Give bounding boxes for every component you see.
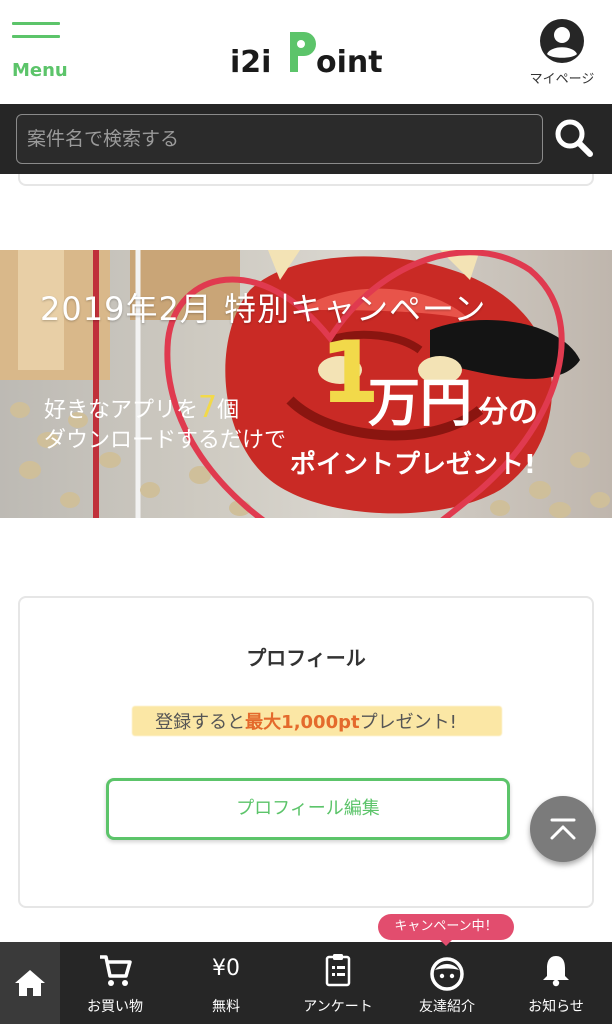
nav-free[interactable]: ¥0 無料 (170, 942, 282, 1024)
banner-line1: 好きなアプリを7個 (44, 390, 239, 425)
svg-text:i2i: i2i (230, 45, 271, 80)
bell-icon (543, 956, 569, 987)
home-icon (15, 970, 45, 996)
nav-survey[interactable]: アンケート (282, 942, 394, 1024)
nav-free-label: 無料 (212, 999, 240, 1015)
user-icon (540, 19, 584, 63)
nav-friend-referral[interactable]: 友達紹介 (394, 942, 500, 1024)
search-input[interactable] (16, 114, 543, 164)
search-icon[interactable] (550, 112, 600, 164)
nav-survey-label: アンケート (303, 999, 373, 1015)
menu-button[interactable]: Menu (12, 22, 68, 84)
banner-big-suffix: 分の (478, 395, 538, 430)
campaign-badge: キャンペーン中！ (378, 914, 514, 946)
scroll-to-top-button[interactable] (530, 796, 596, 862)
nav-friend-referral-label: 友達紹介 (419, 999, 475, 1015)
i2i-point-logo[interactable]: i2i oint (228, 26, 388, 82)
profile-promo: 登録すると最大1,000ptプレゼント! (20, 708, 592, 734)
banner-title: 2019年2月 特別キャンペーン (40, 290, 487, 328)
menu-label: Menu (12, 60, 68, 81)
banner-big-unit: 万円 (368, 374, 473, 434)
app-screen: Menu i2i oint マイページ 案件名で検索する 2019年2月 特別キ… (0, 0, 612, 1024)
promo-emphasis: 最大1,000pt (245, 712, 360, 733)
nav-notifications[interactable]: お知らせ (500, 942, 612, 1024)
banner-line2: ダウンロードするだけで (44, 428, 287, 453)
svg-text:oint: oint (316, 45, 383, 80)
mypage-button[interactable]: マイページ (522, 18, 602, 88)
promo-prefix: 登録すると (155, 712, 246, 733)
banner-line3: ポイントプレゼント! (290, 450, 536, 480)
nav-shopping-label: お買い物 (87, 999, 143, 1015)
nav-free-value: ¥0 (212, 956, 240, 981)
banner-line1-prefix: 好きなアプリを (44, 398, 199, 423)
header: Menu i2i oint マイページ (0, 0, 612, 104)
campaign-banner[interactable]: 2019年2月 特別キャンペーン 好きなアプリを7個 ダウンロードするだけで 1… (0, 250, 612, 518)
clipboard-icon (325, 954, 351, 987)
nav-shopping[interactable]: お買い物 (60, 942, 170, 1024)
card-bottom-edge (18, 174, 594, 186)
hamburger-icon (12, 22, 60, 25)
bottom-nav: お買い物 ¥0 無料 アンケート 友達紹介 お知らせ (0, 942, 612, 1024)
cart-icon (100, 955, 132, 986)
banner-line1-suffix: 個 (217, 398, 240, 423)
hamburger-icon-line (12, 35, 60, 38)
profile-card: プロフィール 登録すると最大1,000ptプレゼント! プロフィール編集 (18, 596, 594, 908)
mypage-label: マイページ (529, 72, 595, 87)
banner-line1-number: 7 (198, 390, 218, 425)
face-icon (430, 957, 464, 991)
promo-suffix: プレゼント! (359, 712, 457, 733)
profile-edit-button[interactable]: プロフィール編集 (106, 778, 510, 840)
profile-title: プロフィール (246, 646, 366, 670)
search-bar (0, 104, 612, 174)
nav-notifications-label: お知らせ (528, 999, 584, 1015)
nav-home[interactable] (0, 942, 60, 1024)
arrow-up-icon (550, 818, 576, 840)
